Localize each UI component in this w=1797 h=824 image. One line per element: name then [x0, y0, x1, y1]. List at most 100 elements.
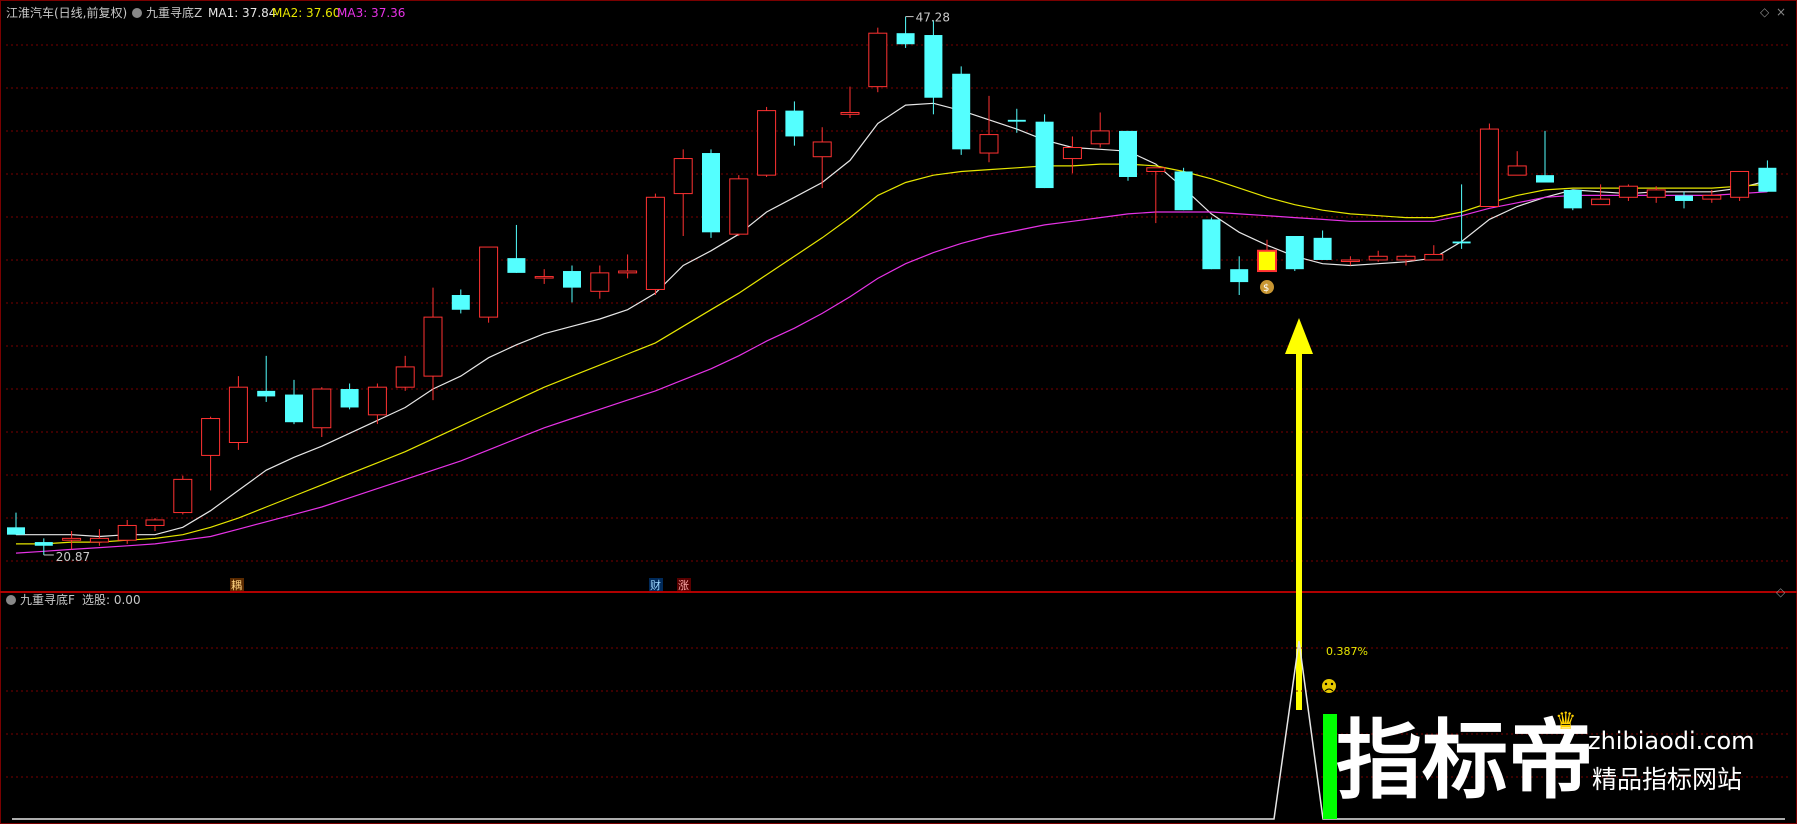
candle-body: [34, 542, 53, 546]
kline-chart[interactable]: 江淮汽车(日线,前复权) 九重寻底Z MA1: 37.84 MA2: 37.60…: [0, 0, 1797, 824]
grid-lines: [6, 44, 1790, 562]
settings-diamond-icon[interactable]: ◇: [1760, 5, 1770, 19]
candle: [62, 531, 82, 550]
candle: [1479, 123, 1499, 207]
candle: [1202, 217, 1221, 270]
candle: [340, 383, 359, 410]
candle: [1646, 186, 1666, 203]
candle-body: [618, 270, 638, 274]
candle: [34, 538, 53, 555]
candles[interactable]: [7, 16, 1777, 556]
candle-body: [1368, 255, 1388, 261]
select-value: 选股: 0.00: [82, 593, 141, 607]
svg-text:$: $: [1263, 283, 1269, 294]
ma3-label: MA3: 37.36: [337, 6, 405, 20]
candle: [1730, 170, 1750, 201]
candle: [1062, 136, 1082, 174]
candle-body: [1230, 269, 1249, 283]
candle-body: [979, 134, 999, 154]
candle-body: [1618, 185, 1638, 198]
candle: [1090, 112, 1110, 148]
candle-body: [702, 153, 720, 233]
candle-body: [1730, 170, 1750, 198]
candle: [673, 149, 693, 236]
close-icon[interactable]: ×: [1776, 5, 1786, 19]
marker-1: 耦: [231, 579, 242, 592]
candle-body: [395, 366, 415, 388]
candle-body: [507, 258, 526, 273]
candle: [1285, 236, 1304, 272]
candle: [812, 127, 832, 189]
candle: [423, 287, 443, 401]
indicator-name: 九重寻底Z: [146, 5, 202, 20]
candle: [1507, 151, 1527, 176]
candle: [1758, 160, 1777, 192]
candle-body: [1174, 171, 1193, 211]
sub-indicator-name: 九重寻底F: [20, 592, 75, 607]
signal-arrow: [1285, 318, 1313, 710]
candle-body: [1257, 249, 1277, 273]
indicator-toggle-icon[interactable]: [132, 8, 142, 18]
candle-body: [952, 73, 971, 150]
candle-body: [645, 196, 665, 290]
candle-body: [479, 246, 499, 318]
ma1-label: MA1: 37.84: [208, 6, 276, 20]
candle-body: [1591, 198, 1611, 206]
candle: [451, 289, 470, 314]
candle-body: [1702, 194, 1722, 200]
candle-body: [924, 35, 943, 98]
candle-body: [896, 33, 915, 45]
candle-body: [1202, 219, 1221, 270]
ma-line-ma2: [16, 163, 1768, 545]
candle: [1230, 256, 1249, 295]
candle-body: [1424, 253, 1444, 261]
candle: [1536, 130, 1554, 183]
high-price-label: 47.28: [916, 11, 950, 25]
candle: [1368, 250, 1388, 262]
candle: [896, 16, 915, 48]
ma2-label: MA2: 37.60: [272, 6, 340, 20]
candle-body: [7, 527, 25, 535]
candle: [563, 265, 581, 303]
candle: [1119, 130, 1137, 181]
candle-body: [89, 537, 109, 543]
candle: [534, 269, 554, 284]
crown-icon: ♛: [1555, 707, 1577, 735]
candle: [1313, 230, 1332, 260]
signal-bar: [1323, 714, 1337, 819]
candle-body: [451, 295, 470, 310]
event-markers: 耦 财 涨: [230, 578, 691, 592]
candle-body: [423, 316, 443, 377]
candle-body: [117, 524, 137, 541]
candle-body: [1507, 165, 1527, 176]
sub-diamond-icon[interactable]: ◇: [1776, 585, 1786, 599]
candle-body: [62, 537, 82, 541]
candle-body: [757, 110, 777, 176]
candle-body: [1536, 175, 1554, 183]
candle: [924, 20, 943, 115]
candle: [1174, 167, 1193, 211]
candle-body: [1675, 195, 1693, 201]
candle-body: [228, 386, 248, 443]
candle: [1563, 189, 1582, 211]
marker-2: 财: [650, 578, 661, 592]
candle: [89, 529, 109, 546]
sub-toggle-icon[interactable]: [6, 595, 16, 605]
candle: [507, 224, 526, 273]
candle-body: [257, 390, 276, 397]
stock-title: 江淮汽车(日线,前复权): [6, 5, 127, 20]
candle: [702, 149, 720, 238]
candle-body: [840, 111, 860, 115]
chart-frame: [0, 0, 1797, 824]
sad-face-icon: [1322, 679, 1336, 693]
money-bag-icon: $: [1260, 280, 1274, 295]
candle-body: [1285, 236, 1304, 270]
marker-3: 涨: [678, 579, 689, 592]
candle: [312, 387, 332, 437]
candle-body: [1035, 121, 1054, 189]
candle: [1591, 184, 1611, 206]
candle-body: [812, 141, 832, 158]
candle: [840, 86, 860, 118]
candle-body: [201, 418, 221, 456]
candle: [618, 254, 638, 279]
